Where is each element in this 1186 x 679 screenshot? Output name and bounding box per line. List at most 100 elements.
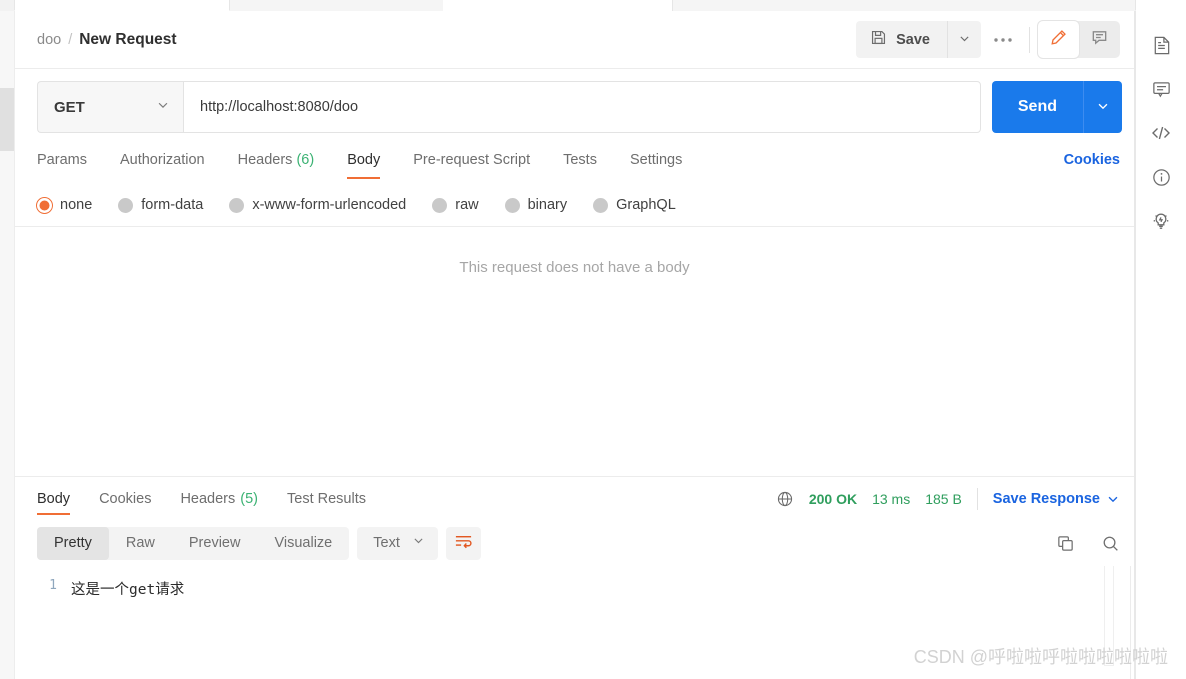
- view-mode-raw[interactable]: Raw: [109, 527, 172, 560]
- response-tab-cookies-label: Cookies: [99, 491, 152, 507]
- tab-tests-label: Tests: [563, 151, 597, 168]
- empty-body-area: This request does not have a body: [15, 227, 1134, 477]
- view-mode-preview[interactable]: Preview: [172, 527, 258, 560]
- body-type-form-data-label: form-data: [141, 197, 204, 213]
- body-type-none-label: none: [60, 197, 93, 213]
- response-tab-headers-count: (5): [240, 491, 258, 507]
- request-tabs: Params Authorization Headers (6) Body Pr…: [15, 145, 1134, 185]
- url-bar: GET Send: [15, 69, 1134, 145]
- request-tab-ghost-3[interactable]: [1135, 0, 1186, 11]
- send-button-group: Send: [991, 81, 1122, 133]
- view-toggle-group: [1038, 21, 1120, 58]
- code-icon[interactable]: [1141, 111, 1181, 155]
- view-mode-visualize[interactable]: Visualize: [257, 527, 349, 560]
- response-size: 185 B: [925, 491, 962, 507]
- response-time: 13 ms: [872, 491, 911, 507]
- body-type-form-data[interactable]: form-data: [118, 197, 203, 213]
- body-type-raw-label: raw: [455, 197, 479, 213]
- tab-settings[interactable]: Settings: [630, 152, 682, 179]
- search-icon[interactable]: [1101, 534, 1120, 553]
- body-type-x-www-form-urlencoded-label: x-www-form-urlencoded: [252, 197, 407, 213]
- response-tab-test-results[interactable]: Test Results: [287, 478, 366, 520]
- tab-authorization-label: Authorization: [119, 151, 205, 168]
- tab-body[interactable]: Body: [347, 151, 381, 179]
- tab-headers-count: (6): [296, 151, 315, 168]
- comment-mode-button[interactable]: [1079, 21, 1120, 58]
- response-meta-divider: [976, 488, 978, 510]
- chevron-down-icon[interactable]: [1106, 492, 1120, 506]
- body-type-binary-label: binary: [527, 197, 568, 213]
- left-scrollbar-thumb[interactable]: [0, 88, 14, 151]
- response-meta: 200 OK 13 ms 185 B Save Response: [776, 488, 1120, 510]
- tab-tests[interactable]: Tests: [563, 152, 597, 179]
- response-tab-cookies[interactable]: Cookies: [99, 478, 151, 520]
- tab-strip-filler: [0, 0, 14, 11]
- body-type-graphql[interactable]: GraphQL: [593, 197, 676, 213]
- tab-pre-request-script[interactable]: Pre-request Script: [413, 152, 530, 179]
- edit-mode-button[interactable]: [1038, 21, 1079, 58]
- request-header: doo / New Request Save: [15, 11, 1134, 69]
- send-dropdown-button[interactable]: [1083, 81, 1122, 133]
- body-type-binary[interactable]: binary: [504, 197, 568, 213]
- code-vertical-scrollbar[interactable]: [1130, 566, 1131, 679]
- http-method-select[interactable]: GET: [37, 81, 183, 133]
- more-options-button[interactable]: [981, 21, 1025, 58]
- copy-icon[interactable]: [1056, 534, 1075, 553]
- response-viewer-toolbar: Pretty Raw Preview Visualize Text: [15, 520, 1134, 566]
- tab-params[interactable]: Params: [37, 152, 87, 179]
- response-tabs: Body Cookies Headers (5) Test Results: [37, 478, 395, 520]
- response-body-text: 这是一个get请求: [71, 582, 185, 598]
- comment-icon[interactable]: [1141, 67, 1181, 111]
- word-wrap-button[interactable]: [445, 526, 481, 560]
- radio-icon: [504, 197, 520, 213]
- response-tab-headers[interactable]: Headers (5): [180, 478, 258, 520]
- url-input[interactable]: [183, 81, 981, 133]
- empty-body-message: This request does not have a body: [459, 259, 690, 276]
- floppy-disk-icon: [870, 29, 887, 50]
- save-response-button[interactable]: Save Response: [993, 491, 1100, 507]
- tab-headers[interactable]: Headers (6): [238, 152, 315, 179]
- chevron-down-icon: [1096, 99, 1110, 116]
- breadcrumb-separator: /: [68, 31, 73, 48]
- info-icon[interactable]: [1141, 155, 1181, 199]
- chevron-down-icon: [958, 32, 971, 48]
- tab-params-label: Params: [37, 151, 87, 168]
- response-viewer-actions: [1056, 534, 1120, 553]
- code-horizontal-scroll-region[interactable]: [1104, 566, 1114, 666]
- comment-icon: [1090, 28, 1109, 52]
- cookies-link[interactable]: Cookies: [1064, 152, 1120, 179]
- response-status: 200 OK: [808, 491, 858, 507]
- request-tab-ghost-2[interactable]: [443, 0, 673, 11]
- response-tab-headers-label: Headers: [180, 491, 236, 507]
- postman-app-window: doo / New Request Save GET http://localh…: [0, 0, 1186, 679]
- response-format-label: Text: [373, 535, 400, 551]
- lightbulb-icon[interactable]: [1141, 199, 1181, 243]
- radio-icon: [118, 197, 134, 213]
- response-body-viewer[interactable]: 1 这是一个get请求: [15, 566, 1134, 679]
- documentation-icon[interactable]: [1141, 23, 1181, 67]
- save-dropdown-button[interactable]: [947, 21, 981, 58]
- tab-strip: [0, 0, 1186, 11]
- word-wrap-icon: [454, 533, 473, 554]
- body-type-raw[interactable]: raw: [432, 197, 479, 213]
- send-button[interactable]: Send: [991, 81, 1083, 133]
- save-button-group: Save: [856, 21, 981, 58]
- tab-body-label: Body: [347, 151, 381, 168]
- response-tab-body[interactable]: Body: [37, 478, 71, 520]
- right-sidebar: [1135, 11, 1186, 679]
- breadcrumb-request-name[interactable]: New Request: [79, 31, 176, 49]
- tab-headers-label: Headers: [237, 151, 293, 168]
- globe-icon[interactable]: [776, 490, 794, 508]
- response-format-select[interactable]: Text: [357, 526, 438, 560]
- view-mode-pretty[interactable]: Pretty: [37, 526, 109, 560]
- header-divider: [1029, 26, 1030, 53]
- body-type-graphql-label: GraphQL: [616, 197, 676, 213]
- response-tab-body-label: Body: [37, 491, 71, 507]
- request-tab-ghost-1[interactable]: [14, 0, 230, 11]
- tab-authorization[interactable]: Authorization: [120, 152, 205, 179]
- breadcrumb-collection[interactable]: doo: [37, 32, 61, 48]
- body-type-none[interactable]: none: [37, 197, 92, 213]
- body-type-x-www-form-urlencoded[interactable]: x-www-form-urlencoded: [229, 197, 406, 213]
- left-scrollbar-rail[interactable]: [0, 11, 14, 679]
- save-button[interactable]: Save: [856, 21, 947, 58]
